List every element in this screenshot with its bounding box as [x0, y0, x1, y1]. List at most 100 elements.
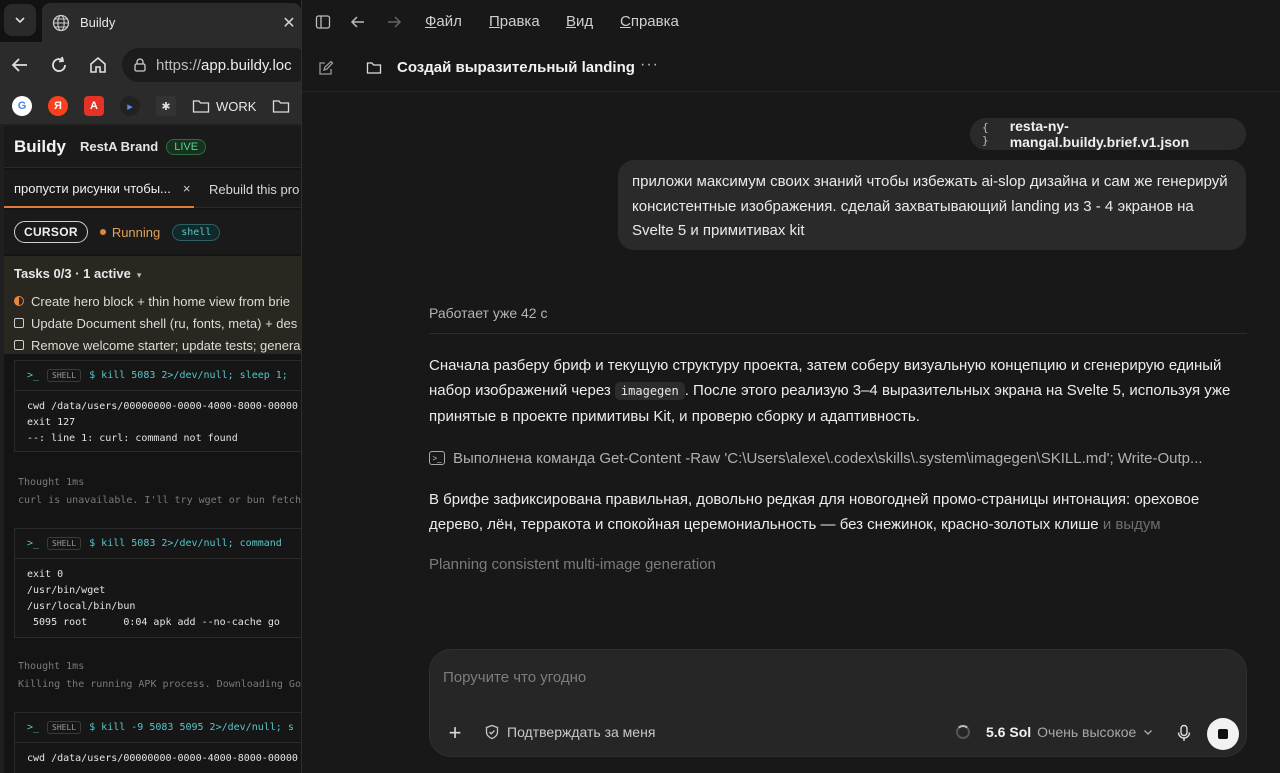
stop-button[interactable]	[1207, 718, 1239, 750]
auto-approve-toggle[interactable]: Подтверждать за меня	[484, 724, 655, 740]
screen: Buildy ✕ https://app.buildy.loc G Я A ▸	[0, 0, 1280, 773]
sidebar-icon	[315, 15, 331, 29]
app-logo[interactable]: Buildy	[14, 137, 66, 157]
reload-button[interactable]	[47, 53, 71, 77]
running-label: Running	[111, 224, 161, 240]
forward-button[interactable]	[384, 12, 404, 32]
thought-text: curl is unavailable. I'll try wget or bu…	[18, 495, 301, 506]
working-status[interactable]: Работает уже 42 с	[429, 305, 547, 321]
chevron-down-icon	[15, 17, 25, 24]
microphone-icon	[1177, 724, 1191, 741]
tab-label: Rebuild this pro	[209, 181, 300, 197]
microphone-button[interactable]	[1174, 723, 1194, 743]
shell-tag: SHELL	[47, 537, 82, 550]
task-label: Remove welcome starter; update tests; ge…	[31, 337, 301, 353]
tasks-header-label: Tasks 0/3 · 1 active	[14, 266, 131, 281]
address-bar[interactable]: https://app.buildy.loc	[122, 48, 301, 82]
prompt-input[interactable]: Поручите что угодно	[443, 669, 586, 686]
running-dot	[99, 229, 106, 235]
close-icon[interactable]: ×	[183, 181, 191, 196]
monster-icon[interactable]: ✱	[156, 96, 176, 116]
command-header: >_ SHELL $ kill 5083 2>/dev/null; comman…	[15, 529, 301, 559]
inline-code: imagegen	[614, 382, 685, 400]
command-text: $ kill -9 5083 5095 2>/dev/null; s	[89, 722, 294, 733]
more-options-icon[interactable]: ···	[640, 56, 659, 74]
running-status: Running	[99, 224, 161, 240]
dispatch-icon[interactable]: ▸	[120, 96, 140, 116]
terminal-prompt-icon: >_	[27, 722, 40, 733]
bookmark-folder-work[interactable]: WORK	[192, 98, 256, 114]
command-text: $ kill 5083 2>/dev/null; sleep 1;	[89, 370, 288, 381]
shell-tag: SHELL	[47, 721, 82, 734]
thought-text: Killing the running APK process. Downloa…	[18, 679, 301, 690]
model-selector[interactable]: 5.6 Sol Очень высокое	[956, 724, 1154, 740]
brand-name[interactable]: RestA Brand	[80, 139, 158, 154]
attachment-name: resta-ny-mangal.buildy.brief.v1.json	[1009, 118, 1190, 150]
tasks-header[interactable]: Tasks 0/3 · 1 active ▾	[14, 266, 141, 281]
menu-edit[interactable]: Правка	[489, 13, 540, 30]
command-output: cwd /data/users/00000000-0000-4000-8000-…	[27, 753, 298, 764]
google-icon[interactable]: G	[12, 96, 32, 116]
thought-label: Thought 1ms	[18, 477, 85, 488]
auto-approve-label: Подтверждать за меня	[507, 724, 656, 740]
terminal-prompt-icon: >_	[27, 538, 40, 549]
reload-icon	[52, 56, 66, 72]
assistant-text: В брифе зафиксирована правильная, доволь…	[429, 491, 1200, 533]
tab-active-task[interactable]: пропусти рисунки чтобы... ×	[4, 170, 194, 208]
checkbox-icon[interactable]	[14, 318, 24, 328]
bookmark-folder[interactable]	[272, 98, 290, 114]
bookmark-glyph: ✱	[161, 100, 171, 113]
bookmark-glyph: Я	[54, 100, 62, 112]
tool-badge: shell	[172, 223, 221, 241]
tab-rebuild[interactable]: Rebuild this pro	[209, 170, 299, 208]
checkbox-icon[interactable]	[14, 340, 24, 350]
globe-icon	[52, 14, 70, 31]
yandex-icon[interactable]: Я	[48, 96, 68, 116]
back-button[interactable]	[348, 12, 368, 32]
bookmark-glyph: G	[17, 100, 27, 112]
aliexpress-icon[interactable]: A	[84, 96, 104, 116]
streaming-text: и выдум	[1102, 516, 1161, 533]
command-header: >_ SHELL $ kill 5083 2>/dev/null; sleep …	[15, 361, 301, 391]
add-attachment-button[interactable]: +	[444, 720, 466, 745]
tab-list-button[interactable]	[4, 4, 36, 36]
divider	[429, 333, 1247, 334]
shell-command-block[interactable]: >_ SHELL $ kill -9 5083 5095 2>/dev/null…	[14, 712, 301, 773]
agent-badge[interactable]: CURSOR	[14, 221, 88, 243]
folder-button[interactable]	[364, 58, 384, 78]
executed-command[interactable]: >_ Выполнена команда Get-Content -Raw 'C…	[429, 447, 1229, 469]
reasoning-effort: Очень высокое	[1037, 724, 1137, 740]
browser-toolbar: https://app.buildy.loc	[0, 42, 301, 88]
menu-view[interactable]: Вид	[566, 13, 593, 30]
browser-tabstrip: Buildy ✕	[0, 0, 301, 42]
buildy-app: Buildy RestA Brand LIVE пропусти рисунки…	[4, 126, 301, 773]
menu-bar: Файл Правка Вид Справка	[302, 0, 1280, 44]
home-button[interactable]	[86, 53, 110, 77]
app-tabs: пропусти рисунки чтобы... × Rebuild this…	[4, 170, 301, 208]
shield-icon	[485, 724, 499, 740]
new-chat-button[interactable]	[316, 58, 336, 78]
attachment-chip[interactable]: { } resta-ny-mangal.buildy.brief.v1.json	[970, 118, 1246, 150]
menu-file[interactable]: Файл	[425, 13, 462, 30]
back-button[interactable]	[8, 53, 32, 77]
task-item[interactable]: Update Document shell (ru, fonts, meta) …	[14, 314, 297, 332]
close-tab-icon[interactable]: ✕	[279, 13, 299, 33]
task-item[interactable]: Create hero block + thin home view from …	[14, 292, 290, 310]
bookmarks-bar: G Я A ▸ ✱ WORK	[0, 88, 301, 124]
terminal-prompt-icon: >_	[27, 370, 40, 381]
command-header: >_ SHELL $ kill -9 5083 5095 2>/dev/null…	[15, 713, 301, 743]
user-message: приложи максимум своих знаний чтобы избе…	[618, 160, 1246, 250]
composer: Поручите что угодно + Подтверждать за ме…	[429, 649, 1247, 757]
shell-command-block[interactable]: >_ SHELL $ kill 5083 2>/dev/null; sleep …	[14, 360, 301, 452]
command-output: cwd /data/users/00000000-0000-4000-8000-…	[27, 401, 298, 444]
browser-tab[interactable]: Buildy ✕	[42, 3, 301, 42]
task-item[interactable]: Remove welcome starter; update tests; ge…	[14, 336, 301, 354]
shell-command-block[interactable]: >_ SHELL $ kill 5083 2>/dev/null; comman…	[14, 528, 301, 638]
app-header: Buildy RestA Brand LIVE	[4, 126, 301, 168]
edit-icon	[319, 60, 334, 75]
executed-command-text: Выполнена команда Get-Content -Raw 'C:\U…	[453, 449, 1203, 467]
menu-help[interactable]: Справка	[620, 13, 679, 30]
terminal-icon: >_	[429, 451, 445, 465]
bookmark-glyph: ▸	[127, 100, 133, 113]
sidebar-toggle-button[interactable]	[313, 12, 333, 32]
